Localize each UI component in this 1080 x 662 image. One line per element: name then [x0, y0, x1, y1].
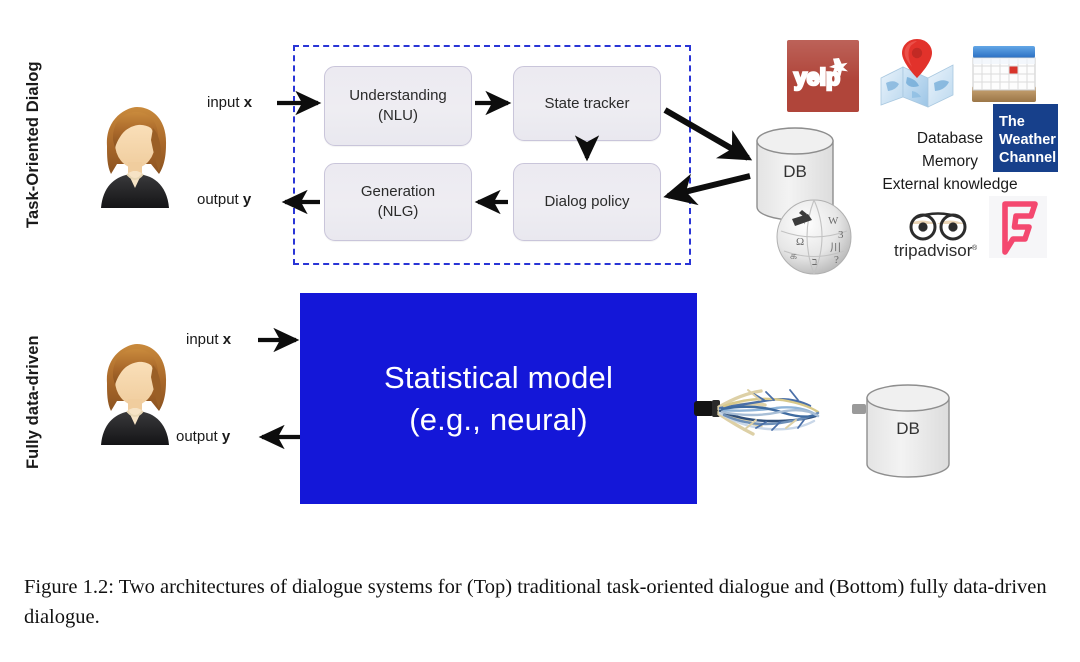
google-maps-logo: [878, 33, 956, 111]
figure-caption: Figure 1.2: Two architectures of dialogu…: [24, 573, 1060, 632]
tripadvisor-logo-text: tripadvisor: [894, 241, 973, 260]
input-symbol-bottom: x: [222, 331, 232, 348]
row-label-fully-data-driven: Fully data-driven: [24, 335, 42, 470]
svg-text:?: ?: [834, 254, 839, 266]
module-box-nlg-line1: Generation: [360, 183, 436, 201]
module-box-nlu-line2: (NLU): [377, 107, 418, 124]
output-prefix-bottom: output: [176, 428, 222, 445]
input-label-bottom: input x: [186, 331, 231, 348]
svg-text:®: ®: [972, 244, 978, 252]
statistical-model-box[interactable]: Statistical model (e.g., neural): [300, 293, 697, 504]
output-label-top: output y: [197, 191, 251, 208]
output-symbol-bottom: y: [221, 428, 231, 445]
figure-caption-number: Figure 1.2:: [24, 576, 114, 598]
row-label-task-oriented-dialog: Task-Oriented Dialog: [24, 61, 42, 229]
wikipedia-globe-logo: W3 Ω川 கב ?ᚠ: [772, 193, 856, 277]
module-box-understanding-nlu[interactable]: Understanding (NLU): [324, 66, 472, 146]
module-box-state-tracker-line1: State tracker: [544, 94, 630, 112]
statistical-model-line2: (e.g., neural): [409, 401, 588, 437]
user-avatar-bottom: [87, 341, 183, 445]
input-prefix-bottom: input: [186, 331, 223, 348]
user-avatar-top: [87, 104, 183, 208]
svg-text:Ω: Ω: [796, 236, 804, 248]
svg-text:3: 3: [838, 229, 844, 241]
database-label-bottom: DB: [896, 419, 920, 439]
output-label-bottom: output y: [176, 428, 230, 445]
yelp-logo: yelp: [787, 40, 859, 112]
tripadvisor-logo: tripadvisor ®: [893, 206, 983, 266]
module-box-nlu-line1: Understanding: [349, 87, 447, 105]
module-box-dialog-policy[interactable]: Dialog policy: [513, 163, 661, 241]
output-symbol-top: y: [242, 191, 252, 208]
statistical-model-line1: Statistical model: [383, 360, 614, 396]
svg-text:W: W: [828, 215, 839, 227]
weather-logo-line2: Weather: [999, 132, 1056, 148]
database-label-top: DB: [783, 162, 807, 182]
knowledge-line-external: External knowledge: [882, 175, 1018, 193]
weather-logo-line1: The: [999, 114, 1025, 130]
cable-bundle-icon: [694, 368, 874, 448]
output-prefix-top: output: [197, 191, 243, 208]
svg-text:க: க: [790, 250, 797, 262]
database-cylinder-bottom: DB: [865, 384, 951, 478]
figure-canvas: Task-Oriented Dialog Fully data-driven i…: [0, 0, 1080, 662]
foursquare-logo: [989, 196, 1047, 258]
module-box-dialog-policy-line1: Dialog policy: [544, 193, 630, 211]
module-box-nlg-line2: (NLG): [377, 203, 419, 220]
tripadvisor-owl-icon: [909, 212, 967, 241]
input-prefix-top: input: [207, 94, 244, 111]
figure-caption-text: Two architectures of dialogue systems fo…: [24, 576, 1047, 628]
weather-logo-line3: Channel: [999, 150, 1056, 166]
input-label-top: input x: [207, 94, 252, 111]
weather-channel-logo: The Weather Channel: [993, 104, 1058, 172]
module-box-state-tracker[interactable]: State tracker: [513, 66, 661, 141]
input-symbol-top: x: [243, 94, 253, 111]
svg-text:ב: ב: [812, 256, 817, 268]
calendar-icon: [968, 40, 1040, 110]
module-box-generation-nlg[interactable]: Generation (NLG): [324, 163, 472, 241]
svg-text:川: 川: [830, 242, 841, 254]
